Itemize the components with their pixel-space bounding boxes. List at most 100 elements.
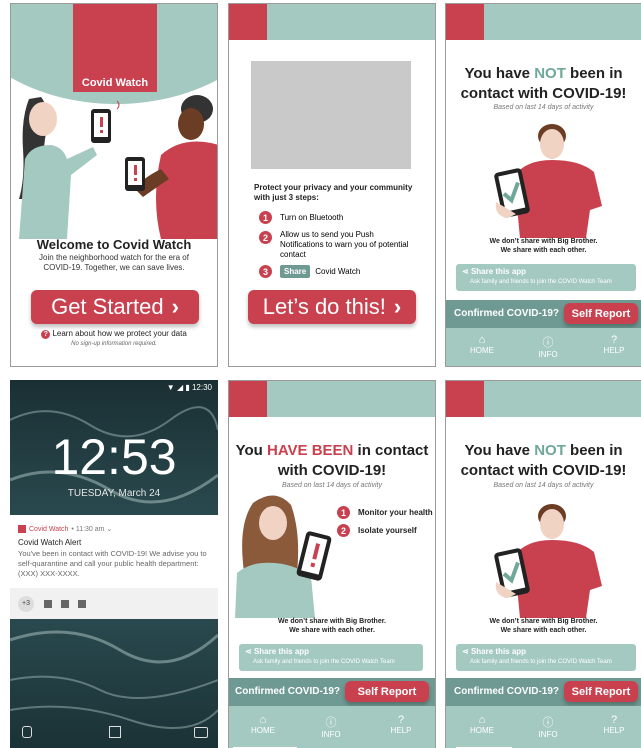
no-signup-note: No sign-up information required. bbox=[71, 341, 157, 347]
nav-info-label: INFO bbox=[538, 730, 558, 739]
get-started-button[interactable]: Get Started › bbox=[31, 290, 199, 324]
notification-card[interactable]: Covid Watch • 11:30 am ⌄ Covid Watch Ale… bbox=[10, 515, 218, 619]
nav-info[interactable]: ⓘ INFO bbox=[530, 334, 566, 359]
status-not-screen: You have NOT been in contact with COVID-… bbox=[445, 3, 641, 367]
headline-post: in contact bbox=[353, 442, 429, 459]
status-headline: You have NOT been in contact with COVID-… bbox=[446, 64, 641, 104]
notification-body: You've been in contact with COVID-19! We… bbox=[18, 549, 207, 578]
welcome-title: Welcome to Covid Watch bbox=[36, 237, 192, 252]
banner-title: Covid Watch bbox=[81, 77, 149, 89]
share-subtitle: Ask family and friends to join the COVID… bbox=[253, 659, 395, 665]
nav-info[interactable]: ⓘ INFO bbox=[313, 714, 349, 739]
share-icon: ⋖ bbox=[462, 647, 469, 656]
nav-help-label: HELP bbox=[390, 726, 412, 735]
nav-home[interactable]: ⌂ HOME bbox=[464, 714, 500, 735]
lets-do-this-button[interactable]: Let’s do this! › bbox=[248, 290, 416, 324]
nav-home-label: HOME bbox=[251, 726, 275, 735]
status-headline: You HAVE BEEN in contact with COVID-19! bbox=[229, 441, 435, 481]
step-2: 2 Allow us to send you Push Notification… bbox=[259, 230, 409, 260]
welcome-subtitle: Join the neighborhood watch for the era … bbox=[39, 253, 189, 272]
chevron-right-icon: › bbox=[393, 294, 402, 319]
headline-pre: You bbox=[235, 442, 267, 459]
privacy-link-label: Learn about how we protect your data bbox=[52, 329, 187, 338]
twitter-icon[interactable] bbox=[61, 599, 69, 608]
bottom-nav: ⌂ HOME ⓘ INFO ? HELP bbox=[229, 706, 435, 748]
nav-help[interactable]: ? HELP bbox=[596, 714, 632, 735]
home-icon: ⌂ bbox=[478, 714, 486, 726]
header-block bbox=[229, 381, 267, 417]
share-title: Share this app bbox=[470, 267, 527, 276]
nav-home[interactable]: ⌂ HOME bbox=[464, 334, 500, 355]
self-report-button[interactable]: Self Report bbox=[345, 681, 429, 702]
report-bar: Confirmed COVID-19? Self Report bbox=[446, 678, 641, 706]
nav-info[interactable]: ⓘ INFO bbox=[530, 714, 566, 739]
nav-active-indicator bbox=[456, 366, 512, 367]
share-title-row: ⋖ Share this app bbox=[245, 647, 309, 656]
headline-line2: contact with COVID-19! bbox=[460, 85, 627, 102]
headline-emphasis: NOT bbox=[534, 442, 566, 459]
info-icon: ⓘ bbox=[542, 337, 554, 349]
help-icon: ? bbox=[41, 330, 51, 339]
share-app-banner[interactable]: ⋖ Share this app Ask family and friends … bbox=[456, 644, 636, 671]
more-count-badge[interactable]: +3 bbox=[18, 595, 34, 612]
help-icon: ? bbox=[610, 334, 618, 346]
action-1: 1 Monitor your health bbox=[337, 506, 433, 519]
share-app-banner[interactable]: ⋖ Share this app Ask family and friends … bbox=[239, 644, 423, 671]
step-3: 3 Share Covid Watch bbox=[259, 265, 429, 278]
notification-title: Covid Watch Alert bbox=[18, 538, 82, 547]
woman-phone-illustration bbox=[235, 495, 332, 618]
share-title-row: ⋖ Share this app bbox=[462, 267, 526, 276]
nav-help[interactable]: ? HELP bbox=[596, 334, 632, 355]
image-placeholder bbox=[251, 61, 411, 169]
unlock-icon[interactable] bbox=[109, 726, 121, 738]
headline-emphasis: HAVE BEEN bbox=[266, 442, 354, 459]
share-title: Share this app bbox=[253, 647, 310, 656]
action-text: Isolate yourself bbox=[358, 526, 417, 535]
confirmed-label: Confirmed COVID-19? bbox=[454, 686, 560, 697]
nav-home[interactable]: ⌂ HOME bbox=[245, 714, 281, 735]
notification-app: Covid Watch bbox=[29, 525, 69, 533]
share-app-banner[interactable]: ⋖ Share this app Ask family and friends … bbox=[456, 264, 636, 291]
report-bar: Confirmed COVID-19? Self Report bbox=[229, 678, 435, 706]
nav-help-label: HELP bbox=[603, 726, 625, 735]
headline-post: been in bbox=[565, 65, 623, 82]
home-icon: ⌂ bbox=[259, 714, 267, 726]
message-icon[interactable] bbox=[78, 599, 86, 608]
mic-icon[interactable] bbox=[22, 726, 32, 738]
report-bar: Confirmed COVID-19? Self Report bbox=[446, 300, 641, 328]
notification-actions: +3 bbox=[10, 588, 218, 619]
steps-screen: Protect your privacy and your community … bbox=[228, 3, 436, 367]
chevron-right-icon: › bbox=[171, 294, 179, 319]
lock-clock: 12:53 bbox=[51, 429, 177, 485]
home-icon: ⌂ bbox=[478, 334, 486, 346]
headline-pre: You have bbox=[464, 65, 535, 82]
share-title: Share this app bbox=[470, 647, 527, 656]
privacy-caption-2: We share with each other. bbox=[289, 627, 375, 634]
status-time: 12:30 bbox=[191, 383, 212, 392]
share-chip[interactable]: Share bbox=[280, 265, 311, 278]
action-2: 2 Isolate yourself bbox=[337, 524, 417, 537]
step-number: 1 bbox=[259, 211, 272, 224]
notification-time: • 11:30 am ⌄ bbox=[71, 526, 113, 533]
lock-screen: ▼ ◢ ▮ 12:30 12:53 TUESDAY, March 24 Covi… bbox=[10, 380, 218, 748]
nav-help[interactable]: ? HELP bbox=[383, 714, 419, 735]
wifi-icon: ▼ bbox=[166, 383, 175, 392]
facebook-icon[interactable] bbox=[44, 599, 52, 608]
status-not-screen-2: You have NOT been in contact with COVID-… bbox=[445, 380, 641, 748]
based-on-note: Based on last 14 days of activity bbox=[493, 104, 594, 111]
status-headline: You have NOT been in contact with COVID-… bbox=[446, 441, 641, 481]
step-text: Turn on Bluetooth bbox=[280, 213, 344, 222]
privacy-caption-1: We don’t share with Big Brother. bbox=[278, 618, 386, 625]
based-on-note: Based on last 14 days of activity bbox=[493, 482, 594, 489]
self-report-button[interactable]: Self Report bbox=[564, 303, 638, 324]
info-icon: ⓘ bbox=[542, 717, 554, 729]
self-report-button[interactable]: Self Report bbox=[564, 681, 638, 702]
camera-icon[interactable] bbox=[194, 727, 208, 738]
signal-icon: ◢ bbox=[176, 383, 184, 392]
action-number: 2 bbox=[337, 524, 350, 537]
privacy-caption-1: We don’t share with Big Brother. bbox=[489, 238, 598, 245]
welcome-screen: Covid Watch Welcome to Covid Watch Join … bbox=[10, 3, 218, 367]
notification-header: Covid Watch • 11:30 am ⌄ bbox=[18, 525, 112, 533]
privacy-link[interactable]: ? Learn about how we protect your data bbox=[11, 329, 217, 339]
privacy-caption-2: We share with each other. bbox=[500, 627, 587, 634]
